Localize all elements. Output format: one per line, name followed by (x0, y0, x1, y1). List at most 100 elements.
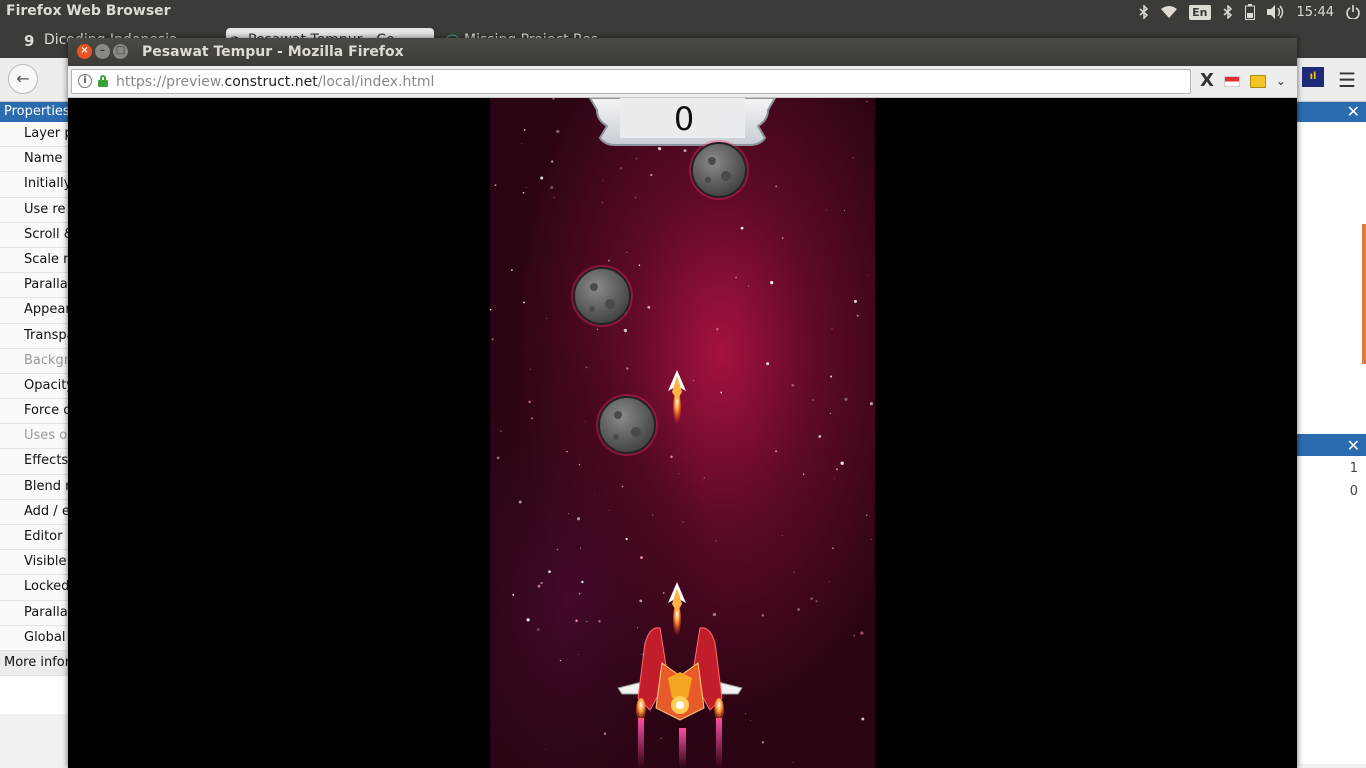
star (521, 143, 523, 145)
star (576, 517, 581, 521)
star (745, 713, 747, 715)
bluetooth-icon[interactable] (1139, 5, 1149, 19)
star (852, 157, 854, 159)
property-row[interactable]: Opacity (0, 373, 70, 400)
property-row[interactable]: Paralla (0, 273, 70, 299)
star (860, 631, 864, 635)
star (835, 468, 839, 471)
star (791, 384, 794, 387)
property-row[interactable]: Transpa (0, 323, 70, 349)
lock-icon[interactable] (98, 75, 108, 87)
property-row[interactable]: Scroll & (0, 222, 70, 248)
star (528, 400, 532, 404)
star (818, 434, 822, 438)
close-icon[interactable]: ✕ (1347, 102, 1360, 121)
star (526, 618, 530, 622)
address-bar[interactable]: i https://preview.construct.net/local/in… (71, 69, 1191, 94)
close-icon[interactable]: ✕ (1347, 436, 1360, 455)
star (556, 129, 560, 134)
info-icon[interactable]: i (78, 74, 92, 88)
star (831, 328, 833, 330)
property-row[interactable]: Appear (0, 298, 70, 324)
star (594, 493, 595, 495)
menu-icon[interactable]: ☰ (1338, 68, 1356, 92)
property-row[interactable]: Layer p (0, 122, 70, 148)
star (720, 391, 723, 394)
property-row[interactable]: Paralla (0, 600, 70, 626)
battery-icon[interactable] (1244, 4, 1255, 20)
url-text[interactable]: https://preview.construct.net/local/inde… (116, 74, 434, 90)
flag-icon[interactable] (1223, 75, 1240, 87)
property-row[interactable]: Scale r (0, 247, 70, 274)
window-minimize-button[interactable]: – (95, 44, 110, 59)
property-row[interactable]: Locked (0, 575, 70, 601)
star (626, 367, 629, 370)
x-extension-icon[interactable]: X (1200, 72, 1214, 90)
star (626, 251, 628, 254)
star (551, 160, 554, 163)
bluetooth-icon[interactable] (1223, 5, 1233, 19)
keyboard-layout-indicator[interactable]: En (1189, 4, 1211, 20)
star (529, 368, 532, 370)
star (682, 521, 684, 523)
url-toolbar-icons: X ⌄ (1200, 72, 1286, 90)
property-row[interactable]: Backgr (0, 348, 70, 374)
property-row[interactable]: Blend m (0, 474, 70, 500)
window-title-bar[interactable]: × – □ Pesawat Tempur - Mozilla Firefox (68, 38, 1297, 66)
chevron-down-icon[interactable]: ⌄ (1276, 74, 1286, 88)
star (621, 485, 624, 488)
window-close-button[interactable]: × (77, 44, 92, 59)
clock[interactable]: 15:44 (1297, 5, 1334, 20)
scrollbar[interactable] (1362, 224, 1366, 364)
property-row[interactable]: Uses o (0, 424, 70, 450)
property-row[interactable]: More infor (0, 650, 70, 677)
star (518, 500, 522, 504)
property-row[interactable]: Visible (0, 550, 70, 576)
star (802, 473, 805, 475)
property-row[interactable]: Name (0, 147, 70, 173)
star (853, 634, 856, 637)
star (766, 362, 770, 366)
star (797, 608, 801, 611)
star (634, 196, 637, 199)
star (683, 149, 687, 153)
panel-value: 0 (1349, 484, 1358, 499)
star (657, 146, 662, 151)
star (714, 539, 717, 542)
property-row[interactable]: Use re (0, 197, 70, 223)
star (740, 226, 744, 230)
properties-panel-title: Properties (0, 102, 70, 122)
property-row[interactable]: Force c (0, 399, 70, 425)
firefox-window: × – □ Pesawat Tempur - Mozilla Firefox i… (68, 38, 1297, 768)
folder-icon[interactable] (1249, 74, 1266, 88)
property-row[interactable]: Add / e (0, 499, 70, 525)
score-value: 0 (674, 100, 694, 138)
star (540, 176, 544, 180)
property-row[interactable]: Global (0, 625, 70, 651)
star (553, 196, 555, 199)
star (491, 337, 494, 341)
right-panel-bottom: ✕ 1 0 (1297, 434, 1366, 764)
star (829, 581, 831, 582)
star (566, 450, 568, 453)
volume-icon[interactable] (1266, 5, 1285, 19)
property-row[interactable]: Editor (0, 525, 70, 551)
back-button[interactable]: ← (8, 64, 38, 94)
url-toolbar: i https://preview.construct.net/local/in… (68, 66, 1297, 98)
star (853, 299, 858, 303)
game-canvas[interactable]: 0 (490, 98, 875, 768)
property-row[interactable]: Initially (0, 172, 70, 198)
star (716, 328, 719, 331)
star (830, 375, 833, 378)
extension-icon[interactable]: ıl (1302, 67, 1324, 87)
star (792, 761, 794, 763)
star (523, 301, 525, 304)
window-maximize-button[interactable]: □ (113, 44, 128, 59)
star (546, 318, 548, 319)
wifi-icon[interactable] (1161, 6, 1178, 18)
star (840, 461, 844, 465)
star (651, 514, 654, 516)
star (603, 732, 607, 735)
power-icon[interactable] (1346, 5, 1360, 19)
property-row[interactable]: Effects (0, 449, 70, 475)
